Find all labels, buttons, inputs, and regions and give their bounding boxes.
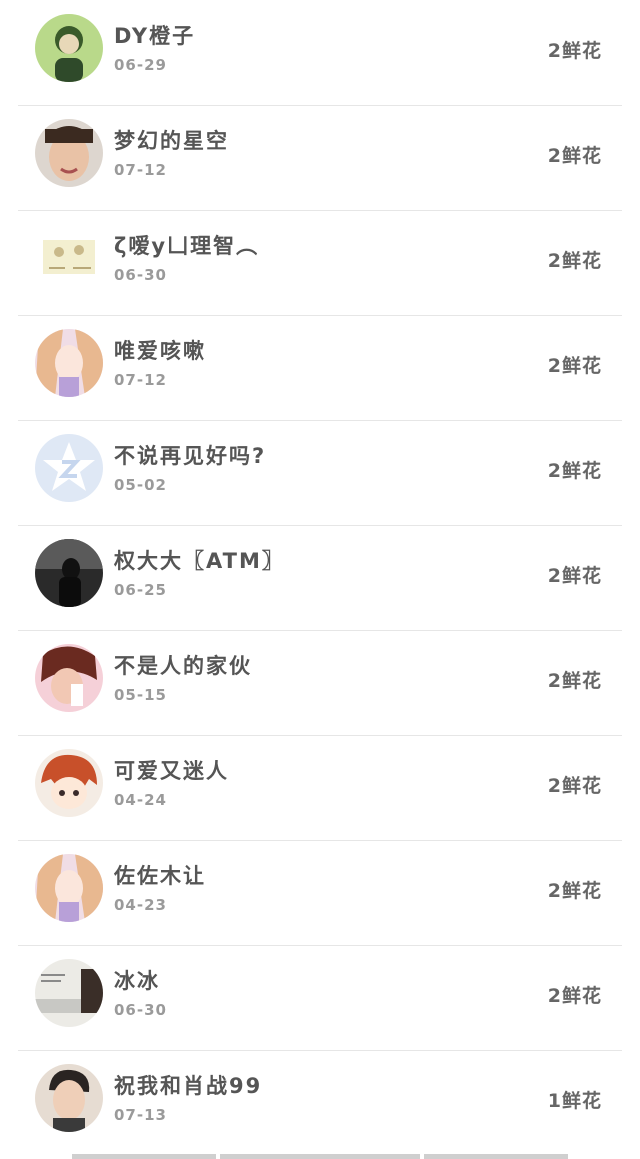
flower-count: 2鲜花 xyxy=(547,880,602,902)
flower-count: 2鲜花 xyxy=(547,985,602,1007)
user-name: 佐佐木让 xyxy=(114,864,206,888)
gift-date: 04-24 xyxy=(114,791,167,809)
avatar[interactable] xyxy=(35,959,103,1027)
flower-count: 2鲜花 xyxy=(547,460,602,482)
flower-count: 1鲜花 xyxy=(547,1090,602,1112)
avatar[interactable] xyxy=(35,329,103,397)
gift-date: 06-29 xyxy=(114,56,167,74)
scroll-segment xyxy=(424,1154,568,1159)
list-item[interactable]: 梦幻的星空 07-12 2鲜花 xyxy=(18,105,622,211)
avatar[interactable] xyxy=(35,224,103,292)
gift-date: 04-23 xyxy=(114,896,167,914)
user-name: 不说再见好吗? xyxy=(114,444,267,468)
gift-date: 05-02 xyxy=(114,476,167,494)
gift-date: 05-15 xyxy=(114,686,167,704)
list-item[interactable]: DY橙子 06-29 2鲜花 xyxy=(18,0,622,106)
list-item[interactable]: ζ嗳y凵理智︵ 06-30 2鲜花 xyxy=(18,210,622,316)
flower-count: 2鲜花 xyxy=(547,250,602,272)
avatar[interactable] xyxy=(35,434,103,502)
gift-date: 06-25 xyxy=(114,581,167,599)
gift-date: 07-12 xyxy=(114,161,167,179)
user-name: 可爱又迷人 xyxy=(114,759,229,783)
avatar[interactable] xyxy=(35,1064,103,1132)
list-item[interactable]: 冰冰 06-30 2鲜花 xyxy=(18,945,622,1051)
flower-count: 2鲜花 xyxy=(547,670,602,692)
flower-count: 2鲜花 xyxy=(547,565,602,587)
scroll-segment xyxy=(72,1154,216,1159)
avatar[interactable] xyxy=(35,854,103,922)
user-name: 冰冰 xyxy=(114,969,160,993)
user-name: DY橙子 xyxy=(114,24,196,48)
avatar[interactable] xyxy=(35,539,103,607)
gift-date: 07-12 xyxy=(114,371,167,389)
user-name: 唯爱咳嗽 xyxy=(114,339,206,363)
avatar[interactable] xyxy=(35,119,103,187)
user-name: 权大大〖ATM〗 xyxy=(114,549,285,573)
scroll-indicator xyxy=(0,1153,640,1159)
list-item[interactable]: 可爱又迷人 04-24 2鲜花 xyxy=(18,735,622,841)
list-item[interactable]: 祝我和肖战99 07-13 1鲜花 xyxy=(18,1050,622,1155)
list-item[interactable]: 权大大〖ATM〗 06-25 2鲜花 xyxy=(18,525,622,631)
user-name: 祝我和肖战99 xyxy=(114,1074,263,1098)
user-name: ζ嗳y凵理智︵ xyxy=(114,234,260,258)
flower-count: 2鲜花 xyxy=(547,355,602,377)
gift-date: 06-30 xyxy=(114,1001,167,1019)
flower-count: 2鲜花 xyxy=(547,40,602,62)
avatar[interactable] xyxy=(35,749,103,817)
gift-date: 06-30 xyxy=(114,266,167,284)
avatar[interactable] xyxy=(35,644,103,712)
scroll-segment xyxy=(220,1154,420,1159)
flower-count: 2鲜花 xyxy=(547,775,602,797)
flower-count: 2鲜花 xyxy=(547,145,602,167)
list-item[interactable]: 不是人的家伙 05-15 2鲜花 xyxy=(18,630,622,736)
list-item[interactable]: 佐佐木让 04-23 2鲜花 xyxy=(18,840,622,946)
avatar[interactable] xyxy=(35,14,103,82)
user-name: 梦幻的星空 xyxy=(114,129,229,153)
gift-date: 07-13 xyxy=(114,1106,167,1124)
list-item[interactable]: 不说再见好吗? 05-02 2鲜花 xyxy=(18,420,622,526)
user-name: 不是人的家伙 xyxy=(114,654,252,678)
list-item[interactable]: 唯爱咳嗽 07-12 2鲜花 xyxy=(18,315,622,421)
